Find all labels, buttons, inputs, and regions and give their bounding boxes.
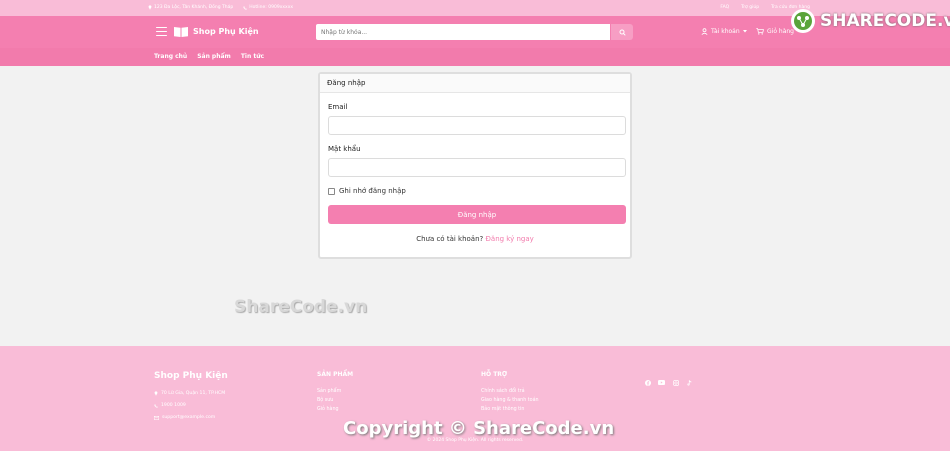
topbar-address: 123 Đa Lộc, Tân Khánh, Đồng Tháp [148, 5, 233, 10]
sharecode-watermark: SHARECODE.vn [790, 8, 950, 34]
menu-icon[interactable] [156, 27, 167, 36]
map-pin-icon [148, 5, 152, 10]
sharecode-brand-text: SHARECODE.vn [820, 11, 950, 31]
search-icon [619, 29, 626, 36]
footer-social-icons [644, 379, 693, 386]
footer-link-collection[interactable]: Bộ sưu [317, 398, 333, 403]
footer-address: 70 Lữ Gia, Quận 11, TP.HCM [154, 391, 225, 396]
nav-item-news[interactable]: Tin tức [241, 53, 264, 60]
user-icon [701, 28, 708, 35]
login-card-title: Đăng nhập [320, 74, 630, 93]
facebook-icon[interactable] [644, 379, 651, 386]
tiktok-icon[interactable] [686, 379, 693, 386]
sharecode-logo-icon [791, 9, 815, 33]
register-link[interactable]: Đăng ký ngay [485, 235, 533, 243]
account-dropdown[interactable]: Tài khoản [701, 28, 747, 35]
footer-col-support-title: HỖ TRỢ [481, 371, 508, 378]
caret-down-icon [742, 30, 747, 33]
footer-link-return-policy[interactable]: Chính sách đổi trả [481, 389, 525, 394]
footer-link-shipping[interactable]: Giao hàng & thanh toán [481, 398, 539, 403]
remember-me-row: Ghi nhớ đăng nhập [328, 187, 406, 195]
nav-item-home[interactable]: Trang chủ [154, 53, 187, 60]
footer-link-cart[interactable]: Giỏ hàng [317, 407, 339, 412]
main-nav: Trang chủ Sản phẩm Tin tức [0, 48, 950, 66]
mail-icon [154, 415, 159, 420]
youtube-icon[interactable] [658, 379, 665, 386]
password-label: Mật khẩu [328, 145, 361, 153]
book-logo-icon[interactable] [173, 26, 189, 38]
site-logo-text[interactable]: Shop Phụ Kiện [193, 27, 259, 36]
topbar-link-help[interactable]: Trợ giúp [741, 5, 759, 10]
footer-link-products[interactable]: Sản phẩm [317, 389, 341, 394]
watermark-copyright: Copyright © ShareCode.vn [343, 418, 615, 439]
footer-col-products-title: SẢN PHẨM [317, 371, 354, 378]
search-button[interactable] [611, 24, 633, 40]
remember-me-label[interactable]: Ghi nhớ đăng nhập [339, 187, 406, 195]
no-account-text: Chưa có tài khoản? [416, 235, 484, 243]
watermark-center: ShareCode.vn [234, 297, 368, 317]
email-field[interactable] [328, 116, 626, 135]
footer-email: support@example.com [154, 415, 215, 420]
cart-button[interactable]: Giỏ hàng [756, 28, 794, 35]
phone-icon [243, 6, 247, 10]
map-pin-icon [154, 391, 158, 396]
topbar-hotline: Hotline: 0909xxxxx [243, 5, 293, 10]
footer-link-privacy[interactable]: Bảo mật thông tin [481, 407, 524, 412]
remember-me-checkbox[interactable] [328, 187, 335, 195]
topbar-link-faq[interactable]: FAQ [720, 5, 729, 10]
footer-phone: 1900 1009 [154, 403, 186, 408]
instagram-icon[interactable] [672, 379, 679, 386]
email-label: Email [328, 103, 348, 111]
search-input[interactable] [316, 24, 610, 40]
password-field[interactable] [328, 158, 626, 177]
login-button[interactable]: Đăng nhập [328, 205, 626, 224]
register-prompt: Chưa có tài khoản? Đăng ký ngay [320, 235, 630, 243]
login-card: Đăng nhập Email Mật khẩu Ghi nhớ đăng nh… [318, 72, 632, 259]
phone-icon [154, 404, 158, 408]
cart-icon [756, 28, 764, 35]
nav-item-products[interactable]: Sản phẩm [197, 53, 231, 60]
footer-brand: Shop Phụ Kiện [154, 371, 228, 381]
